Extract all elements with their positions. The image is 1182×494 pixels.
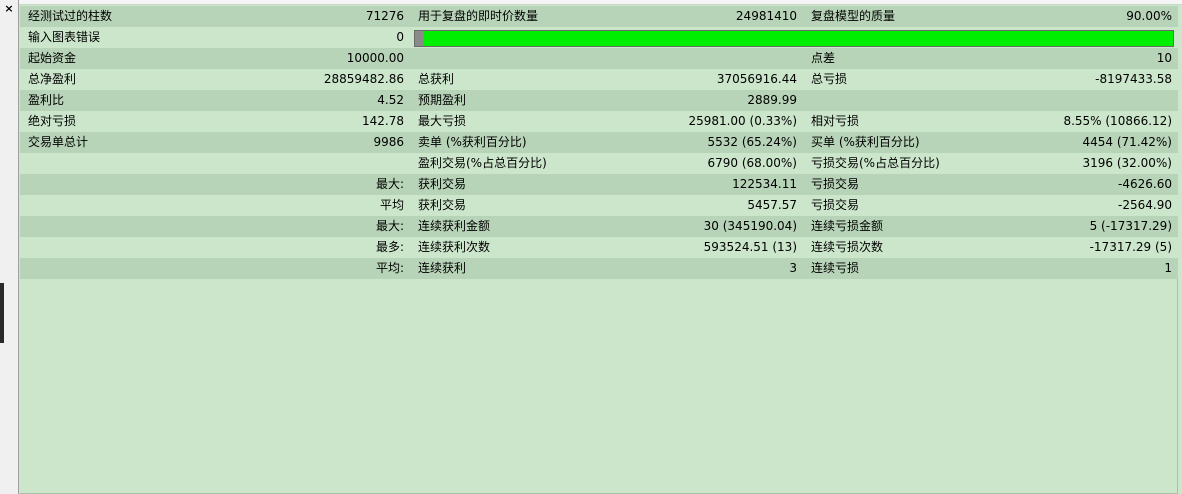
report-label: 亏损交易 [803,195,953,216]
report-row: 最大: 连续获利金额 30 (345190.04) 连续亏损金额 5 (-17317.2… [20,216,1178,237]
report-label: 点差 [803,48,953,69]
report-value: 2889.99 [560,90,803,111]
report-value: 24981410 [560,6,803,27]
report-label [20,237,170,258]
report-value: 9986 [170,132,410,153]
report-label: 卖单 (%获利百分比) [410,132,560,153]
report-label: 亏损交易(%占总百分比) [803,153,953,174]
report-label: 盈利比 [20,90,170,111]
report-value: 28859482.86 [170,69,410,90]
report-label: 复盘模型的质量 [803,6,953,27]
report-label: 相对亏损 [803,111,953,132]
report-value [953,90,1178,111]
report-value: -8197433.58 [953,69,1178,90]
report-label: 起始资金 [20,48,170,69]
report-label: 连续获利次数 [410,237,560,258]
report-value: 1 [953,258,1178,279]
report-label: 买单 (%获利百分比) [803,132,953,153]
report-panel: 经测试过的柱数 71276 用于复盘的即时价数量 24981410 复盘模型的质量 90.… [20,6,1178,494]
modeling-quality-bar-error [415,30,423,46]
report-row: 最大: 获利交易 122534.11 亏损交易 -4626.60 [20,174,1178,195]
report-label: 连续亏损次数 [803,237,953,258]
report-label [20,153,170,174]
report-value: 25981.00 (0.33%) [560,111,803,132]
report-label: 最大亏损 [410,111,560,132]
report-row: 经测试过的柱数 71276 用于复盘的即时价数量 24981410 复盘模型的质量 90.… [20,6,1178,27]
report-label: 经测试过的柱数 [20,6,170,27]
report-label [20,216,170,237]
report-value: 5457.57 [560,195,803,216]
report-label: 预期盈利 [410,90,560,111]
report-value: 平均: [170,258,410,279]
report-row: 盈利比 4.52 预期盈利 2889.99 [20,90,1178,111]
report-label [20,174,170,195]
report-label: 绝对亏损 [20,111,170,132]
report-row: 最多: 连续获利次数 593524.51 (13) 连续亏损次数 -17317.29 (… [20,237,1178,258]
report-label [20,258,170,279]
report-value: 最大: [170,216,410,237]
report-value: 90.00% [953,6,1178,27]
report-row: 绝对亏损 142.78 最大亏损 25981.00 (0.33%) 相对亏损 8.55% … [20,111,1178,132]
report-value: 6790 (68.00%) [560,153,803,174]
report-value: -2564.90 [953,195,1178,216]
report-label: 连续亏损金额 [803,216,953,237]
report-value [560,48,803,69]
report-label: 总亏损 [803,69,953,90]
report-label: 交易单总计 [20,132,170,153]
report-label: 输入图表错误 [20,27,170,48]
report-value: 37056916.44 [560,69,803,90]
report-value: 122534.11 [560,174,803,195]
report-row: 盈利交易(%占总百分比) 6790 (68.00%) 亏损交易(%占总百分比) 319… [20,153,1178,174]
report-value: 4454 (71.42%) [953,132,1178,153]
report-value: 4.52 [170,90,410,111]
report-value: 平均 [170,195,410,216]
close-icon[interactable]: × [2,2,16,16]
report-value: 3 [560,258,803,279]
report-label: 用于复盘的即时价数量 [410,6,560,27]
report-value: 71276 [170,6,410,27]
report-label: 连续获利金额 [410,216,560,237]
panel-top-edge [19,0,1182,5]
modeling-quality-bar [414,29,1174,47]
report-label: 连续获利 [410,258,560,279]
report-value: 142.78 [170,111,410,132]
window-side-strip: × [0,0,19,494]
report-value: 0 [170,27,410,48]
report-value: 10000.00 [170,48,410,69]
report-row: 平均 获利交易 5457.57 亏损交易 -2564.90 [20,195,1178,216]
side-edge-mark [0,283,4,343]
report-value: 5532 (65.24%) [560,132,803,153]
report-label [410,48,560,69]
report-value: 593524.51 (13) [560,237,803,258]
report-table-body: 经测试过的柱数 71276 用于复盘的即时价数量 24981410 复盘模型的质量 90.… [20,6,1178,279]
report-label: 连续亏损 [803,258,953,279]
report-value: 10 [953,48,1178,69]
report-value: 8.55% (10866.12) [953,111,1178,132]
report-row: 平均: 连续获利 3 连续亏损 1 [20,258,1178,279]
report-value: -4626.60 [953,174,1178,195]
report-row: 输入图表错误 0 [20,27,1178,48]
report-row: 起始资金 10000.00 点差 10 [20,48,1178,69]
report-table: 经测试过的柱数 71276 用于复盘的即时价数量 24981410 复盘模型的质量 90.… [20,6,1178,279]
report-label: 获利交易 [410,174,560,195]
report-value: 30 (345190.04) [560,216,803,237]
report-value: 最多: [170,237,410,258]
report-row: 总净盈利 28859482.86 总获利 37056916.44 总亏损 -8197433… [20,69,1178,90]
report-label: 亏损交易 [803,174,953,195]
report-value: -17317.29 (5) [953,237,1178,258]
report-row: 交易单总计 9986 卖单 (%获利百分比) 5532 (65.24%) 买单 (%获利… [20,132,1178,153]
report-label [20,195,170,216]
report-value: 3196 (32.00%) [953,153,1178,174]
modeling-quality-bar-cell [410,27,1178,48]
report-label: 盈利交易(%占总百分比) [410,153,560,174]
report-label [803,90,953,111]
report-label: 总净盈利 [20,69,170,90]
report-label: 获利交易 [410,195,560,216]
report-value: 最大: [170,174,410,195]
report-label: 总获利 [410,69,560,90]
report-value: 5 (-17317.29) [953,216,1178,237]
report-value [170,153,410,174]
